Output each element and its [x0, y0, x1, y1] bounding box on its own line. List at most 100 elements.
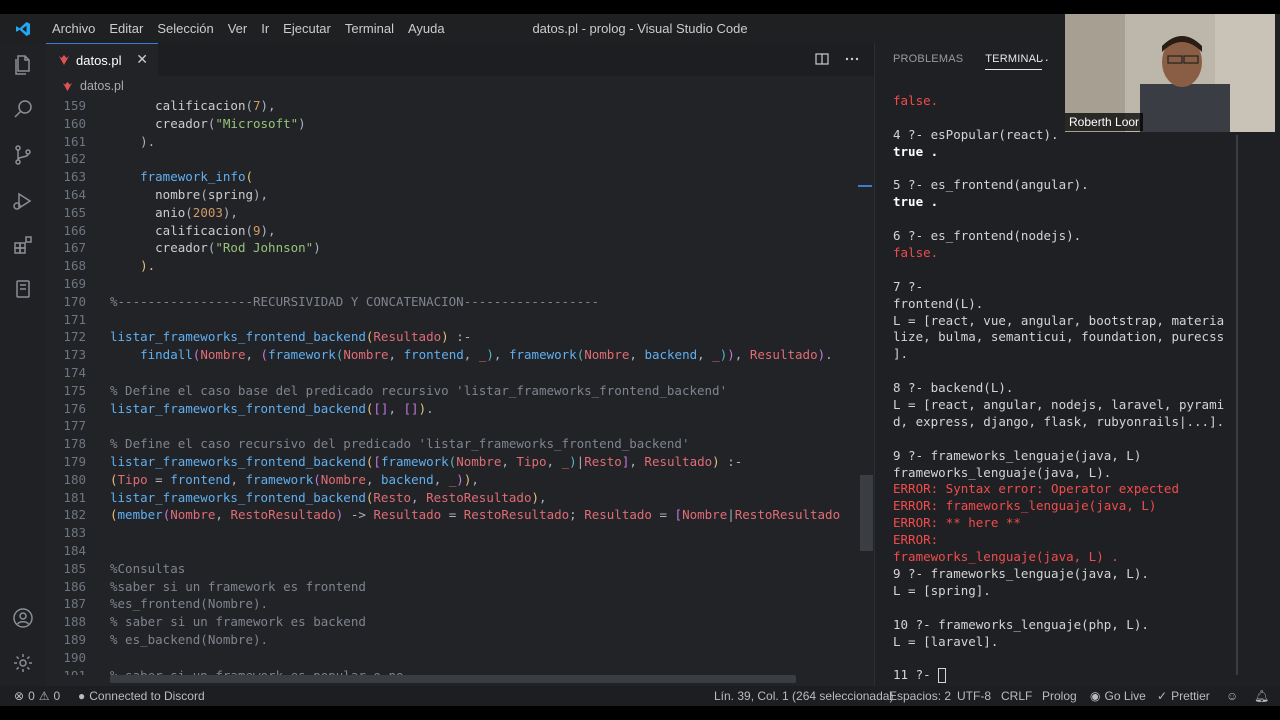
code-line: 165 anio(2003),: [46, 204, 874, 222]
split-editor-icon[interactable]: [814, 51, 830, 67]
code-text: nombre(spring),: [155, 187, 269, 202]
indentation[interactable]: Espacios: 2: [889, 689, 951, 703]
code-text: % es_backend(Nombre).: [110, 632, 269, 647]
editor-area: datos.pl ✕ datos.pl 159 calificacion(7),…: [46, 43, 874, 686]
terminal-text: d, express, django, flask, rubyonrails|.…: [893, 413, 1225, 429]
panel: PROBLEMAS TERMINAL ··· false. 4 ?- esPopu…: [874, 43, 1280, 686]
discord-icon: ●: [78, 689, 86, 703]
menu-item-editar[interactable]: Editar: [102, 21, 150, 36]
terminal-line: ].: [893, 346, 1233, 363]
code-line: 172 listar_frameworks_frontend_backend(Re…: [46, 328, 874, 346]
menu-item-ejecutar[interactable]: Ejecutar: [276, 21, 338, 36]
line-number: 185: [63, 560, 86, 576]
code-text: %Consultas: [110, 560, 186, 576]
line-number: 187: [63, 596, 86, 612]
terminal-text: ERROR:: [893, 532, 939, 548]
terminal-line: ERROR: Syntax error: Operator expected: [893, 481, 1233, 498]
vertical-scrollbar[interactable]: [860, 475, 873, 551]
breadcrumb[interactable]: datos.pl: [62, 78, 124, 94]
tab-terminal[interactable]: TERMINAL: [985, 53, 1043, 70]
notifications-bell-icon[interactable]: 🔔︎: [1254, 689, 1269, 703]
terminal-line: L = [react, angular, nodejs, laravel, py…: [893, 397, 1233, 414]
close-tab-icon[interactable]: ✕: [136, 51, 148, 68]
line-number: 182: [63, 507, 86, 523]
encoding[interactable]: UTF-8: [957, 689, 991, 703]
panel-tabs: PROBLEMAS TERMINAL: [893, 53, 1043, 70]
line-number: 188: [63, 614, 86, 630]
error-icon: ⊗: [14, 689, 25, 703]
menu-item-ayuda[interactable]: Ayuda: [401, 21, 452, 36]
menu-item-selección[interactable]: Selección: [150, 21, 220, 36]
line-number: 172: [63, 329, 86, 345]
code-text: creador("Rod Johnson"): [155, 240, 321, 256]
language-mode[interactable]: Prolog: [1042, 689, 1077, 703]
menu-item-terminal[interactable]: Terminal: [338, 21, 401, 36]
line-number: 169: [63, 276, 86, 291]
line-number: 189: [63, 632, 86, 647]
terminal-line: true .: [893, 144, 1233, 161]
explorer-icon[interactable]: [0, 45, 46, 85]
terminal-line: L = [laravel].: [893, 634, 1233, 651]
more-actions-icon[interactable]: [844, 51, 860, 67]
menu-item-ir[interactable]: Ir: [254, 21, 276, 36]
search-icon[interactable]: [0, 89, 46, 129]
source-control-icon[interactable]: [0, 135, 46, 175]
code-editor[interactable]: 159 calificacion(7), 160 creador("Microso…: [46, 97, 874, 675]
code-line: 184: [46, 542, 874, 560]
code-line: 186 %saber si un framework es frontend: [46, 578, 874, 596]
code-text: ).: [140, 133, 156, 149]
terminal-line: frameworks_lenguaje(java, L).: [893, 465, 1233, 482]
terminal-line: 6 ?- es_frontend(nodejs).: [893, 228, 1233, 245]
run-debug-icon[interactable]: [0, 181, 46, 221]
panel-more-icon[interactable]: ···: [1035, 51, 1049, 67]
line-number: 190: [63, 649, 86, 665]
line-number: 166: [63, 222, 86, 238]
end-of-line[interactable]: CRLF: [1001, 689, 1032, 703]
code-text: %------------------RECURSIVIDAD Y CONCAT…: [110, 293, 600, 309]
remote-explorer-icon[interactable]: [0, 269, 46, 309]
terminal-line: 11 ?-: [893, 667, 1233, 684]
line-number: 161: [63, 133, 86, 149]
code-text: calificacion(9),: [155, 222, 276, 238]
terminal-output[interactable]: false. 4 ?- esPopular(react). true .5 ?- e…: [893, 93, 1233, 684]
accounts-icon[interactable]: [0, 598, 46, 638]
go-live-label: Go Live: [1104, 689, 1146, 703]
terminal-text: 11 ?-: [893, 667, 939, 683]
terminal-text: true .: [893, 194, 939, 210]
prettier-status[interactable]: ✓ Prettier: [1157, 689, 1210, 703]
terminal-scrollbar[interactable]: [1236, 135, 1238, 675]
tab-datos-pl[interactable]: datos.pl ✕: [46, 43, 158, 76]
go-live-button[interactable]: ◉ Go Live: [1090, 689, 1146, 703]
menu-item-ver[interactable]: Ver: [221, 21, 255, 36]
settings-gear-icon[interactable]: [0, 643, 46, 683]
terminal-text: 6 ?- es_frontend(nodejs).: [893, 228, 1082, 244]
menu-item-archivo[interactable]: Archivo: [45, 21, 102, 36]
code-text: listar_frameworks_frontend_backend([fram…: [110, 454, 743, 469]
extensions-icon[interactable]: [0, 225, 46, 265]
terminal-text: frontend(L).: [893, 295, 984, 311]
discord-status[interactable]: ● Connected to Discord: [78, 689, 205, 703]
code-text: listar_frameworks_frontend_backend([], […: [110, 400, 434, 416]
terminal-line: frontend(L).: [893, 296, 1233, 313]
code-text: framework_info(: [140, 169, 253, 185]
code-line: 175 % Define el caso base del predicado r…: [46, 382, 874, 400]
feedback-icon[interactable]: ☺: [1226, 689, 1238, 703]
line-number: 175: [63, 382, 86, 398]
line-number: 168: [63, 258, 86, 274]
horizontal-scrollbar[interactable]: [110, 675, 796, 683]
code-line: 159 calificacion(7),: [46, 97, 874, 115]
terminal-line: frameworks_lenguaje(java, L) .: [893, 549, 1233, 566]
letterbox-bottom: [0, 706, 1280, 720]
cursor-position[interactable]: Lín. 39, Col. 1 (264 seleccionada): [714, 689, 893, 703]
tab-problemas[interactable]: PROBLEMAS: [893, 53, 963, 70]
line-number: 165: [63, 204, 86, 220]
problems-indicator[interactable]: ⊗ 0 ⚠ 0: [14, 689, 60, 703]
code-line: 180 (Tipo = frontend, framework(Nombre, b…: [46, 471, 874, 489]
breadcrumb-file: datos.pl: [80, 79, 124, 93]
code-line: 163 framework_info(: [46, 168, 874, 186]
menu-bar: Archivo Editar Selección Ver Ir Ejecutar Termi…: [45, 21, 452, 36]
